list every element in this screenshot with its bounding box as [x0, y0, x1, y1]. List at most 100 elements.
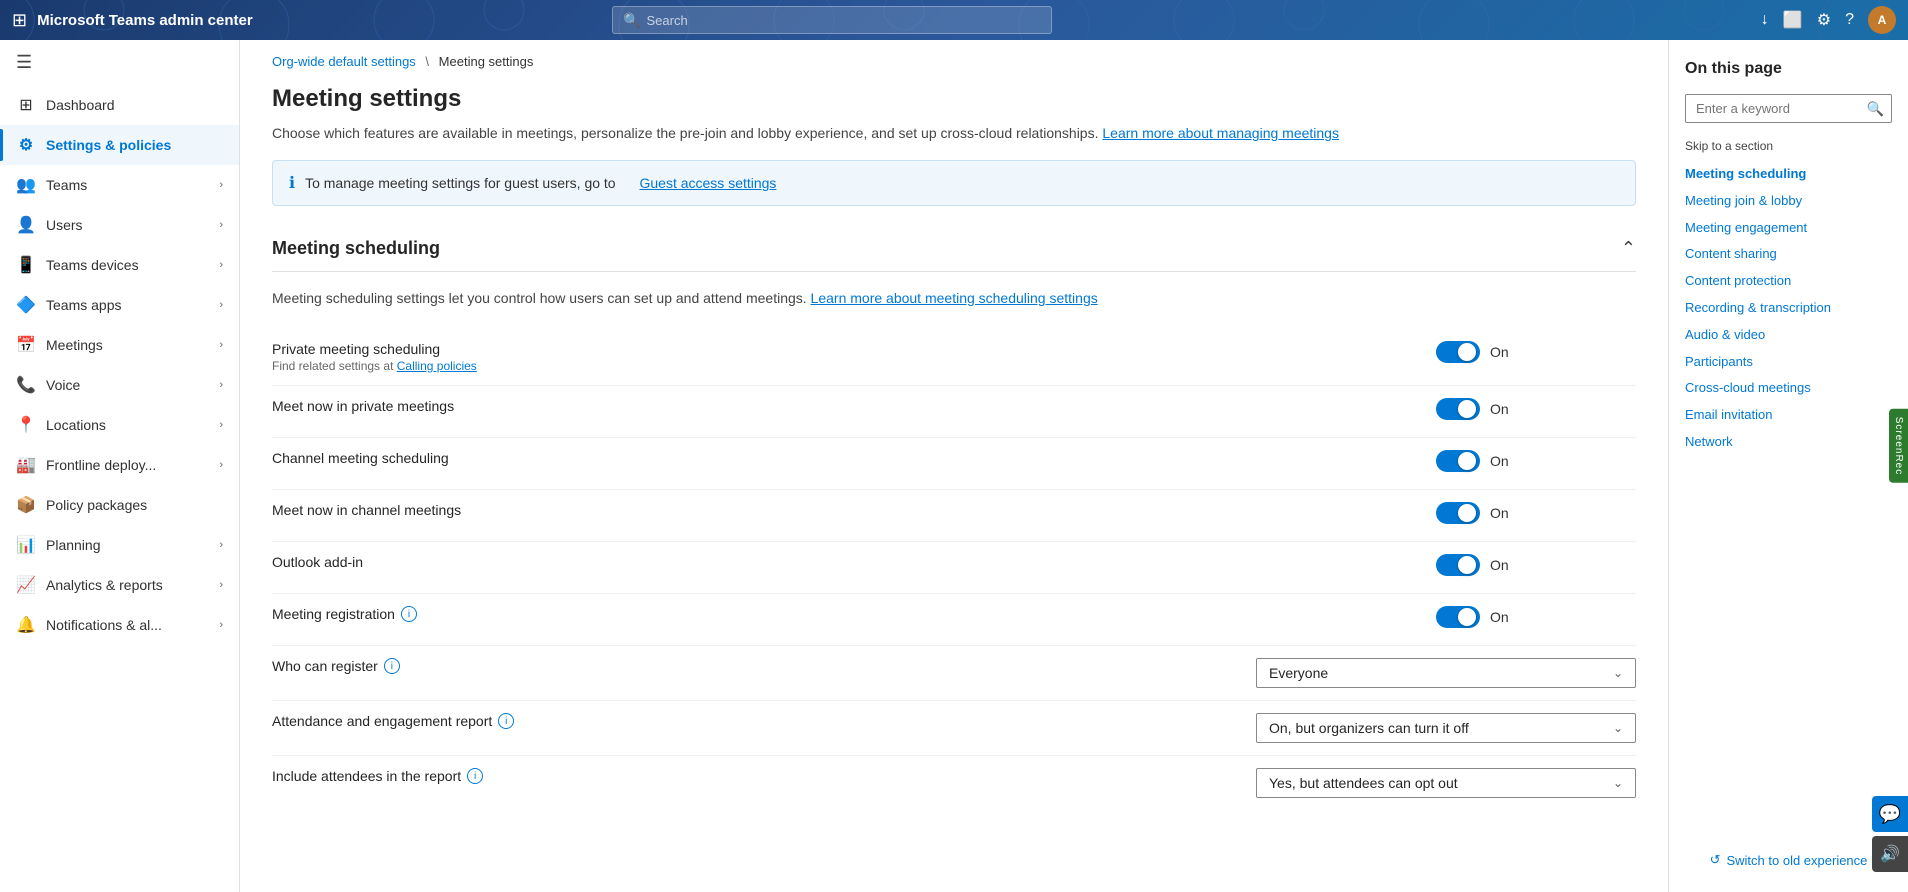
sidebar-item-locations[interactable]: 📍 Locations ›: [0, 405, 239, 445]
sidebar-item-meetings[interactable]: 📅 Meetings ›: [0, 325, 239, 365]
teams-icon: 👥: [16, 175, 36, 195]
toc-link-content-protection[interactable]: Content protection: [1685, 268, 1892, 295]
toc-link-cross-cloud[interactable]: Cross-cloud meetings: [1685, 375, 1892, 402]
chat-fab[interactable]: 💬: [1872, 796, 1908, 832]
setting-label: Meeting registration i: [272, 606, 1412, 622]
info-circle-icon[interactable]: i: [384, 658, 400, 674]
toggle-meet-now-channel[interactable]: [1436, 502, 1480, 524]
toc-link-email-invitation[interactable]: Email invitation: [1685, 402, 1892, 429]
settings-icon[interactable]: ⚙: [1817, 10, 1831, 30]
breadcrumb-current: Meeting settings: [439, 54, 534, 69]
learn-more-link[interactable]: Learn more about managing meetings: [1102, 125, 1339, 141]
keyword-search-icon: 🔍: [1867, 100, 1884, 117]
setting-control: Yes, but attendees can opt out ⌄: [1256, 768, 1636, 798]
dashboard-icon: ⊞: [16, 95, 36, 115]
help-icon[interactable]: ?: [1845, 11, 1854, 29]
breadcrumb-parent[interactable]: Org-wide default settings: [272, 54, 416, 69]
setting-control: On: [1436, 502, 1636, 524]
main-layout: ☰ ⊞ Dashboard ⚙ Settings & policies 👥 Te…: [0, 40, 1908, 892]
sidebar-item-label: Teams: [46, 177, 87, 193]
toc-link-meeting-engagement[interactable]: Meeting engagement: [1685, 215, 1892, 242]
sidebar-item-label: Frontline deploy...: [46, 457, 156, 473]
collapse-icon: ⌃: [1621, 238, 1636, 259]
toggle-private-meeting[interactable]: [1436, 341, 1480, 363]
sidebar-item-teams-devices[interactable]: 📱 Teams devices ›: [0, 245, 239, 285]
sidebar-item-label: Notifications & al...: [46, 617, 162, 633]
section-header[interactable]: Meeting scheduling ⌃: [272, 226, 1636, 272]
switch-old-label: Switch to old experience: [1726, 853, 1867, 868]
search-bar[interactable]: 🔍: [612, 6, 1052, 34]
info-circle-icon[interactable]: i: [401, 606, 417, 622]
sidebar-item-frontline[interactable]: 🏭 Frontline deploy... ›: [0, 445, 239, 485]
sidebar-item-label: Voice: [46, 377, 80, 393]
toc-link-meeting-join-lobby[interactable]: Meeting join & lobby: [1685, 188, 1892, 215]
toggle-text: On: [1490, 505, 1509, 521]
app-title: Microsoft Teams admin center: [37, 12, 253, 29]
sidebar-item-teams-apps[interactable]: 🔷 Teams apps ›: [0, 285, 239, 325]
sidebar-item-label: Dashboard: [46, 97, 115, 113]
analytics-icon: 📈: [16, 575, 36, 595]
info-banner: ℹ To manage meeting settings for guest u…: [272, 160, 1636, 206]
toggle-meet-now-private[interactable]: [1436, 398, 1480, 420]
refresh-icon: ↺: [1710, 852, 1721, 868]
setting-control: On: [1436, 398, 1636, 420]
toc-link-participants[interactable]: Participants: [1685, 349, 1892, 376]
toggle-outlook-addin[interactable]: [1436, 554, 1480, 576]
help-fab[interactable]: 🔊: [1872, 836, 1908, 872]
setting-control: On: [1436, 341, 1636, 363]
sidebar-item-planning[interactable]: 📊 Planning ›: [0, 525, 239, 565]
cast-icon[interactable]: ⬜: [1783, 10, 1803, 30]
sidebar-item-settings-policies[interactable]: ⚙ Settings & policies: [0, 125, 239, 165]
info-circle-icon[interactable]: i: [498, 713, 514, 729]
keyword-input[interactable]: [1685, 94, 1892, 123]
policy-packages-icon: 📦: [16, 495, 36, 515]
toc-link-meeting-scheduling[interactable]: Meeting scheduling: [1685, 161, 1892, 188]
sidebar-item-users[interactable]: 👤 Users ›: [0, 205, 239, 245]
sidebar-item-policy-packages[interactable]: 📦 Policy packages: [0, 485, 239, 525]
attendance-report-select[interactable]: On, but organizers can turn it off ⌄: [1256, 713, 1636, 743]
guest-access-link[interactable]: Guest access settings: [639, 175, 776, 191]
setting-row-outlook-addin: Outlook add-in On: [272, 541, 1636, 593]
chevron-down-icon: ›: [219, 299, 223, 311]
topbar-actions: ↓ ⬜ ⚙ ? A: [1761, 6, 1896, 34]
sidebar-item-dashboard[interactable]: ⊞ Dashboard: [0, 85, 239, 125]
setting-control: On: [1436, 606, 1636, 628]
toggle-channel-scheduling[interactable]: [1436, 450, 1480, 472]
toggle-meeting-registration[interactable]: [1436, 606, 1480, 628]
keyword-wrap: 🔍: [1685, 94, 1892, 123]
sidebar-item-teams[interactable]: 👥 Teams ›: [0, 165, 239, 205]
sidebar-item-notifications[interactable]: 🔔 Notifications & al... ›: [0, 605, 239, 645]
toc-link-content-sharing[interactable]: Content sharing: [1685, 241, 1892, 268]
toc-link-recording-transcription[interactable]: Recording & transcription: [1685, 295, 1892, 322]
scheduling-learn-more-link[interactable]: Learn more about meeting scheduling sett…: [811, 290, 1098, 306]
setting-row-meeting-registration: Meeting registration i On: [272, 593, 1636, 645]
avatar[interactable]: A: [1868, 6, 1896, 34]
frontline-icon: 🏭: [16, 455, 36, 475]
screenrec-badge[interactable]: ScreenRec: [1889, 409, 1908, 483]
grid-icon[interactable]: ⊞: [12, 10, 27, 31]
toggle-text: On: [1490, 557, 1509, 573]
toggle-text: On: [1490, 401, 1509, 417]
page-header: Meeting settings Choose which features a…: [240, 77, 1668, 160]
chevron-down-icon: ›: [219, 219, 223, 231]
chevron-down-icon: ›: [219, 259, 223, 271]
setting-label-group: Channel meeting scheduling: [272, 450, 1436, 466]
toc-link-audio-video[interactable]: Audio & video: [1685, 322, 1892, 349]
toggle-text: On: [1490, 344, 1509, 360]
sidebar-item-label: Teams apps: [46, 297, 121, 313]
setting-label: Attendance and engagement report i: [272, 713, 1232, 729]
download-icon[interactable]: ↓: [1761, 11, 1769, 29]
calling-policies-link[interactable]: Calling policies: [397, 359, 477, 373]
setting-sublabel: Find related settings at Calling policie…: [272, 359, 1412, 373]
chevron-down-icon: ›: [219, 339, 223, 351]
who-can-register-select[interactable]: Everyone ⌄: [1256, 658, 1636, 688]
toc-link-network[interactable]: Network: [1685, 429, 1892, 456]
info-circle-icon[interactable]: i: [467, 768, 483, 784]
select-value: Yes, but attendees can opt out: [1269, 775, 1458, 791]
search-input[interactable]: [647, 13, 1042, 28]
sidebar-toggle[interactable]: ☰: [0, 40, 239, 85]
sidebar-item-label: Meetings: [46, 337, 103, 353]
include-attendees-select[interactable]: Yes, but attendees can opt out ⌄: [1256, 768, 1636, 798]
sidebar-item-voice[interactable]: 📞 Voice ›: [0, 365, 239, 405]
sidebar-item-analytics-reports[interactable]: 📈 Analytics & reports ›: [0, 565, 239, 605]
